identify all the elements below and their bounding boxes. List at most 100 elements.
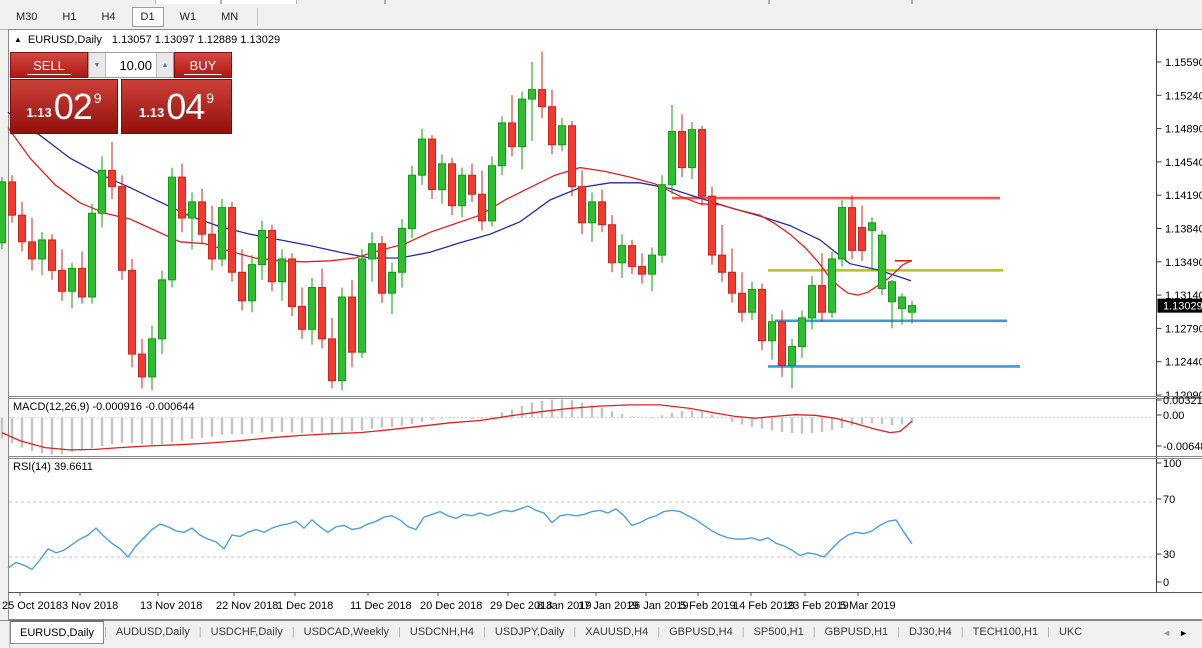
chart-symbol-label: EURUSD,Daily	[27, 34, 102, 46]
candle-bear	[758, 288, 766, 342]
price-axis-label: 1.15590	[1165, 57, 1202, 69]
date-axis-label: 22 Nov 2018	[216, 600, 278, 612]
candle-bear	[428, 138, 436, 190]
candle-bull	[258, 229, 266, 266]
chart-tab-dj30-h4[interactable]: DJ30,H4	[900, 621, 961, 642]
candle-bull	[748, 288, 756, 313]
date-axis-label: 1 Dec 2018	[277, 600, 333, 612]
candle-bear	[858, 227, 866, 251]
volume-input[interactable]	[106, 53, 156, 77]
candle-bear	[18, 214, 26, 243]
candle-bull	[868, 222, 876, 231]
candle-bear	[78, 267, 86, 298]
candle-bull	[888, 281, 896, 303]
candle-bull	[438, 163, 446, 190]
candle-bear	[178, 176, 186, 219]
tabbar-grip	[0, 621, 10, 648]
symbol-tab-bar: EURUSD,Daily | AUDUSD,Daily | USDCHF,Daily | U…	[0, 620, 1202, 648]
sell-button[interactable]: SELL	[10, 52, 88, 78]
candle-bear	[268, 229, 276, 283]
candle-bull	[558, 125, 566, 146]
chart-tab-usdchf-daily[interactable]: USDCHF,Daily	[202, 621, 292, 642]
candle-bear	[328, 338, 336, 382]
candle-bear	[208, 233, 216, 260]
candle-bull	[488, 165, 496, 222]
tab-scroll-right-icon[interactable]: ►	[1179, 628, 1196, 638]
candle-bull	[898, 296, 906, 309]
date-axis-label: 25 Oct 2018	[2, 600, 62, 612]
candle-bear	[628, 245, 636, 268]
candle-bull	[418, 138, 426, 176]
candle-bear	[508, 122, 516, 148]
candle-bull	[358, 258, 366, 353]
date-axis-label: 13 Nov 2018	[140, 600, 202, 612]
candle-bull	[88, 212, 96, 298]
buy-price-big: 04	[166, 85, 205, 127]
candle-bull	[68, 267, 76, 292]
candle-bull	[588, 201, 596, 224]
date-axis-label: 20 Dec 2018	[420, 600, 482, 612]
chart-tab-sp500-h1[interactable]: SP500,H1	[745, 621, 813, 642]
candle-bear	[28, 241, 36, 260]
candle-bull	[908, 305, 916, 313]
candle-bear	[698, 129, 706, 197]
chart-tab-usdcad-weekly[interactable]: USDCAD,Weekly	[295, 621, 398, 642]
volume-increase-button[interactable]: ▲	[156, 53, 173, 77]
macd-axis-label: 0.003216	[1163, 395, 1202, 407]
price-axis-label: 1.12440	[1165, 357, 1202, 369]
one-click-trading-panel: SELL ▼ ▲ BUY 1.13029 1.13049	[10, 52, 232, 134]
candle-bull	[0, 181, 6, 244]
volume-decrease-button[interactable]: ▼	[89, 53, 106, 77]
candle-bear	[478, 193, 486, 222]
candle-bear	[598, 201, 606, 226]
candle-bull	[688, 129, 696, 169]
candle-bull	[218, 207, 226, 260]
candle-bear	[568, 125, 576, 188]
candle-bull	[188, 201, 196, 219]
candle-bull	[668, 130, 676, 186]
price-axis-label: 1.14540	[1165, 157, 1202, 169]
chart-tab-usdcnh-h4[interactable]: USDCNH,H4	[401, 621, 483, 642]
chart-tab-gbpusd-h1[interactable]: GBPUSD,H1	[816, 621, 898, 642]
candle-bear	[298, 306, 306, 330]
candle-bear	[108, 169, 116, 188]
candle-bull	[398, 228, 406, 273]
buy-price-pip: 9	[206, 89, 215, 106]
candle-bear	[608, 224, 616, 264]
chart-ohlc-values: 1.13057 1.13097 1.12889 1.13029	[111, 34, 281, 46]
tab-scroll-left-icon[interactable]: ◄	[1162, 628, 1179, 638]
candle-bear	[778, 321, 786, 367]
trading-platform-window: M30 H1 H4 D1 W1 MN 1.15590 1.15240 1.14890 1.145…	[0, 0, 1202, 648]
candle-bull	[788, 345, 796, 367]
candle-bull	[388, 271, 396, 294]
buy-button[interactable]: BUY	[174, 52, 232, 78]
chart-tab-xauusd-h4[interactable]: XAUUSD,H4	[576, 621, 657, 642]
sell-price-prefix: 1.13	[26, 105, 52, 120]
candle-bear	[848, 207, 856, 251]
symbol-tabs: EURUSD,Daily | AUDUSD,Daily | USDCHF,Daily | U…	[10, 620, 1091, 644]
buy-price-tile[interactable]: 1.13 04 9	[121, 79, 232, 134]
chart-tab-audusd-daily[interactable]: AUDUSD,Daily	[107, 621, 199, 642]
candle-bear	[8, 181, 16, 216]
sell-price-big: 02	[53, 85, 93, 127]
rsi-indicator-label: RSI(14) 39.6611	[13, 461, 93, 473]
chart-tab-eurusd-daily[interactable]: EURUSD,Daily	[10, 620, 104, 644]
candle-bear	[448, 163, 456, 207]
rsi-axis-label: 0	[1163, 577, 1169, 589]
candle-bull	[878, 234, 886, 289]
chart-tab-usdjpy-daily[interactable]: USDJPY,Daily	[486, 621, 574, 642]
candle-bull	[368, 243, 376, 260]
sell-price-pip: 9	[93, 89, 102, 106]
sell-price-tile[interactable]: 1.13 02 9	[10, 79, 118, 134]
chart-tab-gbpusd-h4[interactable]: GBPUSD,H4	[660, 621, 742, 642]
candle-bull	[278, 258, 286, 283]
candle-bear	[48, 239, 56, 271]
candle-bull	[458, 174, 466, 207]
collapse-arrow-icon[interactable]: ▲	[14, 35, 22, 44]
macd-axis-label: -0.006485	[1163, 441, 1202, 453]
candle-bear	[818, 285, 826, 313]
chart-tab-tech100-h1[interactable]: TECH100,H1	[964, 621, 1047, 642]
chart-tab-ukc[interactable]: UKC	[1050, 621, 1091, 642]
candle-bull	[498, 122, 506, 167]
price-axis-label: 1.13490	[1165, 257, 1202, 269]
